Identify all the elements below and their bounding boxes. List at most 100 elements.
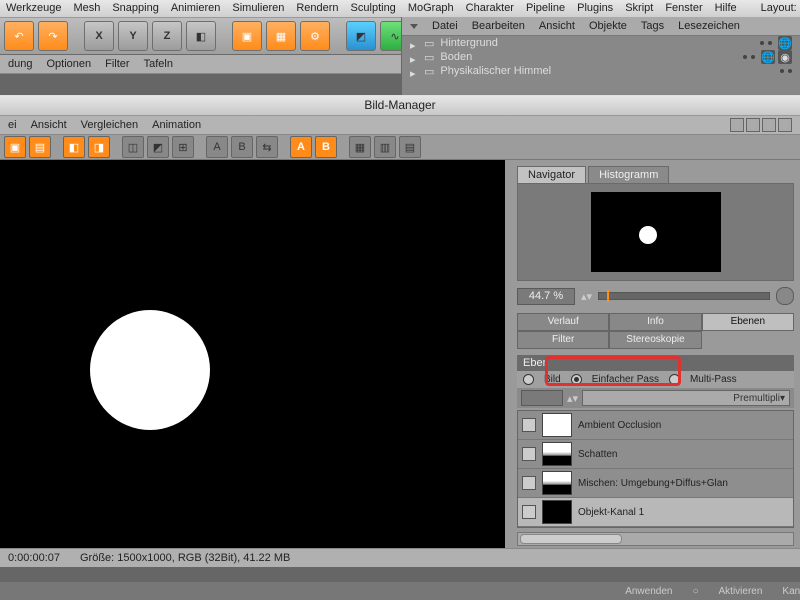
zoom-value[interactable]: 44.7 % <box>517 288 575 305</box>
tag-icon[interactable]: 🌐 <box>778 36 792 50</box>
tool-undo[interactable]: ↶ <box>4 21 34 51</box>
window-button[interactable] <box>762 118 776 132</box>
attr-anwenden[interactable]: Anwenden <box>625 586 672 597</box>
pv-menu-animation[interactable]: Animation <box>152 119 201 131</box>
visibility-toggle[interactable] <box>522 447 536 461</box>
render-region-button[interactable]: ▦ <box>266 21 296 51</box>
menu-mesh[interactable]: Mesh <box>73 0 100 17</box>
view-option-1[interactable]: dung <box>8 58 32 70</box>
radio-multi-pass[interactable] <box>669 374 680 385</box>
visibility-toggle[interactable] <box>522 505 536 519</box>
pv-tool-9[interactable]: B <box>231 136 253 158</box>
window-button[interactable] <box>730 118 744 132</box>
opacity-field[interactable] <box>521 390 563 406</box>
menu-animieren[interactable]: Animieren <box>171 0 221 17</box>
zoom-slider[interactable] <box>598 292 770 300</box>
pv-tool-7[interactable]: ⊞ <box>172 136 194 158</box>
menu-mograph[interactable]: MoGraph <box>408 0 454 17</box>
pv-tool-4[interactable]: ◨ <box>88 136 110 158</box>
layer-row[interactable]: Mischen: Umgebung+Diffus+Glan <box>518 469 793 498</box>
window-button[interactable] <box>746 118 760 132</box>
om-menu-bearbeiten[interactable]: Bearbeiten <box>472 20 525 32</box>
zoom-reset-button[interactable] <box>776 287 794 305</box>
visibility-toggle[interactable] <box>522 418 536 432</box>
layer-row[interactable]: Schatten <box>518 440 793 469</box>
om-menu-tags[interactable]: Tags <box>641 20 664 32</box>
om-menu-objekte[interactable]: Objekte <box>589 20 627 32</box>
stepper-icon[interactable]: ▴▾ <box>567 392 578 405</box>
layer-row[interactable]: Objekt-Kanal 1 <box>518 498 793 527</box>
menu-pipeline[interactable]: Pipeline <box>526 0 565 17</box>
pv-tool-a[interactable]: A <box>290 136 312 158</box>
layer-row[interactable]: Ambient Occlusion <box>518 411 793 440</box>
om-menu-ansicht[interactable]: Ansicht <box>539 20 575 32</box>
pv-tool-1[interactable]: ▣ <box>4 136 26 158</box>
object-row-himmel[interactable]: ▸ ▭ Physikalischer Himmel <box>402 64 800 78</box>
tab-info[interactable]: Info <box>609 313 701 331</box>
menu-sculpting[interactable]: Sculpting <box>351 0 396 17</box>
menu-skript[interactable]: Skript <box>625 0 653 17</box>
view-option-2[interactable]: Optionen <box>46 58 91 70</box>
tab-navigator[interactable]: Navigator <box>517 166 586 183</box>
horizontal-scrollbar[interactable] <box>517 532 794 546</box>
pv-tool-b[interactable]: B <box>315 136 337 158</box>
pv-tool-3[interactable]: ◧ <box>63 136 85 158</box>
image-icon: ▤ <box>35 141 45 154</box>
pv-tool-2[interactable]: ▤ <box>29 136 51 158</box>
panel-chevron-icon[interactable] <box>410 24 418 29</box>
render-canvas[interactable]: ↖ <box>0 160 505 548</box>
expand-icon[interactable]: ▸ <box>410 67 418 75</box>
radio-einfacher-pass[interactable] <box>571 374 582 385</box>
stepper-icon[interactable]: ▴▾ <box>581 290 592 303</box>
pv-tool-10[interactable]: ⇆ <box>256 136 278 158</box>
pv-menu-ansicht[interactable]: Ansicht <box>31 119 67 131</box>
menu-werkzeuge[interactable]: Werkzeuge <box>6 0 61 17</box>
pv-tool-5[interactable]: ◫ <box>122 136 144 158</box>
tag-icon[interactable]: ◉ <box>778 50 792 64</box>
visibility-toggle[interactable] <box>522 476 536 490</box>
pv-tool-13[interactable]: ▤ <box>399 136 421 158</box>
menu-simulieren[interactable]: Simulieren <box>232 0 284 17</box>
pv-tool-6[interactable]: ◩ <box>147 136 169 158</box>
tab-ebenen[interactable]: Ebenen <box>702 313 794 331</box>
menu-fenster[interactable]: Fenster <box>665 0 702 17</box>
pv-tool-11[interactable]: ▦ <box>349 136 371 158</box>
axis-x-button[interactable]: X <box>84 21 114 51</box>
menu-snapping[interactable]: Snapping <box>112 0 159 17</box>
tag-icon[interactable]: 🌐 <box>761 50 775 64</box>
tool-redo[interactable]: ↷ <box>38 21 68 51</box>
pv-menu-vergleichen[interactable]: Vergleichen <box>81 119 139 131</box>
pv-tool-8[interactable]: A <box>206 136 228 158</box>
expand-icon[interactable]: ▸ <box>410 53 418 61</box>
object-row-hintergrund[interactable]: ▸ ▭ Hintergrund 🌐 <box>402 36 800 50</box>
radio-bild[interactable] <box>523 374 534 385</box>
window-button[interactable] <box>778 118 792 132</box>
tab-stereoskopie[interactable]: Stereoskopie <box>609 331 701 349</box>
menu-plugins[interactable]: Plugins <box>577 0 613 17</box>
render-view-button[interactable]: ▣ <box>232 21 262 51</box>
pv-tool-12[interactable]: ▥ <box>374 136 396 158</box>
view-option-3[interactable]: Filter <box>105 58 129 70</box>
attr-aktivieren[interactable]: Aktivieren <box>719 586 763 597</box>
menu-charakter[interactable]: Charakter <box>466 0 514 17</box>
render-settings-button[interactable]: ⚙ <box>300 21 330 51</box>
tab-histogramm[interactable]: Histogramm <box>588 166 669 183</box>
om-menu-datei[interactable]: Datei <box>432 20 458 32</box>
navigator-preview[interactable] <box>517 183 794 281</box>
tab-filter[interactable]: Filter <box>517 331 609 349</box>
pv-menu-datei[interactable]: ei <box>8 119 17 131</box>
menu-rendern[interactable]: Rendern <box>296 0 338 17</box>
view-option-4[interactable]: Tafeln <box>144 58 173 70</box>
axis-y-button[interactable]: Y <box>118 21 148 51</box>
tab-verlauf[interactable]: Verlauf <box>517 313 609 331</box>
primitive-cube-button[interactable]: ◩ <box>346 21 376 51</box>
world-axis-button[interactable]: ◧ <box>186 21 216 51</box>
attr-kanal[interactable]: Kanal <box>782 586 800 597</box>
axis-z-button[interactable]: Z <box>152 21 182 51</box>
blend-mode-dropdown[interactable]: Premultipli ▾ <box>582 390 790 406</box>
om-menu-lesezeichen[interactable]: Lesezeichen <box>678 20 740 32</box>
menu-hilfe[interactable]: Hilfe <box>715 0 737 17</box>
object-row-boden[interactable]: ▸ ▭ Boden 🌐◉ <box>402 50 800 64</box>
object-tree[interactable]: ▸ ▭ Hintergrund 🌐 ▸ ▭ Boden 🌐◉ ▸ ▭ Physi… <box>402 36 800 98</box>
expand-icon[interactable]: ▸ <box>410 39 418 47</box>
